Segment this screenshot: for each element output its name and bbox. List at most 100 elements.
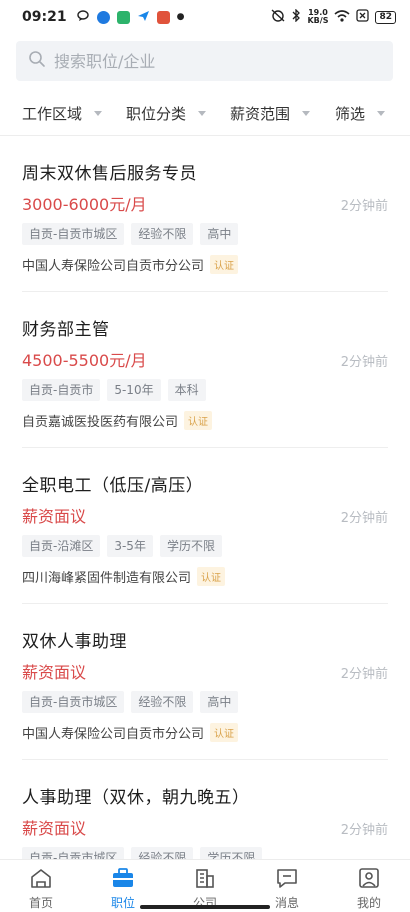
verified-badge: 认证: [184, 411, 213, 430]
tag-education: 高中: [200, 691, 239, 713]
job-title: 全职电工（低压/高压）: [22, 476, 204, 496]
job-title: 双休人事助理: [22, 632, 127, 652]
tab-home[interactable]: 首页: [0, 860, 82, 912]
status-bar: 09:21 ● 19.0 KB/S 82: [0, 0, 410, 34]
tag-experience: 经验不限: [131, 847, 194, 859]
filter-label: 工作区域: [22, 105, 83, 123]
divider: [22, 291, 388, 292]
company-name: 四川海峰紧固件制造有限公司: [22, 571, 192, 586]
job-company: 自贡嘉诚医投医药有限公司 认证: [22, 411, 213, 430]
verified-badge: 认证: [210, 255, 239, 274]
tag-experience: 经验不限: [131, 691, 194, 713]
search-bar[interactable]: [16, 41, 393, 81]
wifi-icon: [334, 9, 350, 25]
filter-salary-range[interactable]: 薪资范围: [230, 103, 311, 124]
job-salary: 4500-5500元/月: [22, 351, 147, 370]
wechat-notification-icon: [116, 10, 130, 24]
job-tags: 自贡-自贡市城区 经验不限 学历不限: [22, 847, 263, 859]
filter-more[interactable]: 筛选: [335, 103, 386, 124]
tag-location: 自贡-自贡市城区: [22, 847, 125, 859]
job-posted-time: 2分钟前: [340, 355, 388, 370]
search-icon: [28, 50, 46, 72]
job-tags: 自贡-自贡市 5-10年 本科: [22, 379, 206, 401]
job-posted-time: 2分钟前: [340, 667, 388, 682]
tab-label: 消息: [274, 896, 299, 910]
company-name: 中国人寿保险公司自贡市分公司: [22, 727, 205, 742]
notification-icons: ●: [76, 10, 185, 24]
job-list: 周末双休售后服务专员 3000-6000元/月 2分钟前 自贡-自贡市城区 经验…: [0, 137, 410, 859]
company-name: 自贡嘉诚医投医药有限公司: [22, 415, 179, 430]
home-indicator[interactable]: [140, 905, 270, 909]
job-company: 中国人寿保险公司自贡市分公司 认证: [22, 255, 239, 274]
filter-work-area[interactable]: 工作区域: [22, 103, 103, 124]
divider: [22, 447, 388, 448]
verified-badge: 认证: [197, 567, 226, 586]
job-posted-time: 2分钟前: [340, 199, 388, 214]
job-card[interactable]: 双休人事助理 薪资面议 2分钟前 自贡-自贡市城区 经验不限 高中 中国人寿保险…: [0, 605, 410, 760]
battery-indicator: 82: [375, 10, 396, 24]
tag-education: 学历不限: [200, 847, 263, 859]
tab-label: 我的: [356, 896, 381, 910]
filter-bar: 工作区域 职位分类 薪资范围 筛选: [0, 92, 410, 136]
sim-blocked-icon: [356, 9, 370, 25]
dropdown-arrow-icon: [94, 111, 103, 116]
verified-badge: 认证: [210, 723, 239, 742]
filter-label: 职位分类: [126, 105, 187, 123]
job-posted-time: 2分钟前: [340, 511, 388, 526]
network-speed: 19.0 KB/S: [307, 8, 329, 25]
job-salary: 薪资面议: [22, 507, 87, 526]
filter-label: 筛选: [335, 105, 366, 123]
tag-location: 自贡-沿滩区: [22, 535, 101, 557]
briefcase-icon: [111, 867, 135, 893]
tag-experience: 3-5年: [107, 535, 153, 557]
profile-icon: [357, 867, 381, 893]
tag-education: 学历不限: [159, 535, 222, 557]
company-name: 中国人寿保险公司自贡市分公司: [22, 259, 205, 274]
chat-bubble-icon: [76, 10, 90, 24]
dropdown-arrow-icon: [302, 111, 311, 116]
job-card[interactable]: 人事助理（双休，朝九晚五） 薪资面议 2分钟前 自贡-自贡市城区 经验不限 学历…: [0, 761, 410, 859]
job-posted-time: 2分钟前: [340, 823, 388, 838]
filter-label: 薪资范围: [230, 105, 291, 123]
filter-job-category[interactable]: 职位分类: [126, 103, 207, 124]
more-dot-icon: ●: [176, 11, 185, 22]
tag-location: 自贡-自贡市: [22, 379, 101, 401]
search-input[interactable]: [54, 51, 374, 71]
tag-location: 自贡-自贡市城区: [22, 223, 125, 245]
job-salary: 薪资面议: [22, 819, 87, 838]
tag-experience: 经验不限: [131, 223, 194, 245]
job-title: 周末双休售后服务专员: [22, 164, 197, 184]
app-notification-icon: [96, 10, 110, 24]
job-title: 财务部主管: [22, 320, 110, 340]
job-company: 中国人寿保险公司自贡市分公司 认证: [22, 723, 239, 742]
dropdown-arrow-icon: [377, 111, 386, 116]
tag-location: 自贡-自贡市城区: [22, 691, 125, 713]
system-icons: 19.0 KB/S 82: [270, 8, 396, 25]
job-title: 人事助理（双休，朝九晚五）: [22, 788, 250, 808]
alarm-off-icon: [270, 9, 286, 25]
building-icon: [193, 867, 217, 893]
job-card[interactable]: 周末双休售后服务专员 3000-6000元/月 2分钟前 自贡-自贡市城区 经验…: [0, 137, 410, 292]
tag-education: 高中: [200, 223, 239, 245]
home-icon: [29, 867, 53, 893]
divider: [22, 759, 388, 760]
divider: [22, 603, 388, 604]
bluetooth-icon: [292, 8, 301, 25]
job-tags: 自贡-自贡市城区 经验不限 高中: [22, 691, 239, 713]
message-icon: [275, 867, 299, 893]
job-card[interactable]: 全职电工（低压/高压） 薪资面议 2分钟前 自贡-沿滩区 3-5年 学历不限 四…: [0, 449, 410, 604]
job-list-screen: 09:21 ● 19.0 KB/S 82 搜索职位/企业 工作区域 职位分类 薪…: [0, 0, 410, 912]
tag-experience: 5-10年: [107, 379, 161, 401]
status-time: 09:21: [22, 9, 67, 25]
dropdown-arrow-icon: [198, 111, 207, 116]
job-tags: 自贡-自贡市城区 经验不限 高中: [22, 223, 239, 245]
job-tags: 自贡-沿滩区 3-5年 学历不限: [22, 535, 222, 557]
tab-profile[interactable]: 我的: [328, 860, 410, 912]
job-salary: 3000-6000元/月: [22, 195, 147, 214]
tab-label: 职位: [110, 896, 135, 910]
tab-label: 首页: [28, 896, 53, 910]
shop-notification-icon: [156, 10, 170, 24]
job-salary: 薪资面议: [22, 663, 87, 682]
job-company: 四川海峰紧固件制造有限公司 认证: [22, 567, 226, 586]
job-card[interactable]: 财务部主管 4500-5500元/月 2分钟前 自贡-自贡市 5-10年 本科 …: [0, 293, 410, 448]
